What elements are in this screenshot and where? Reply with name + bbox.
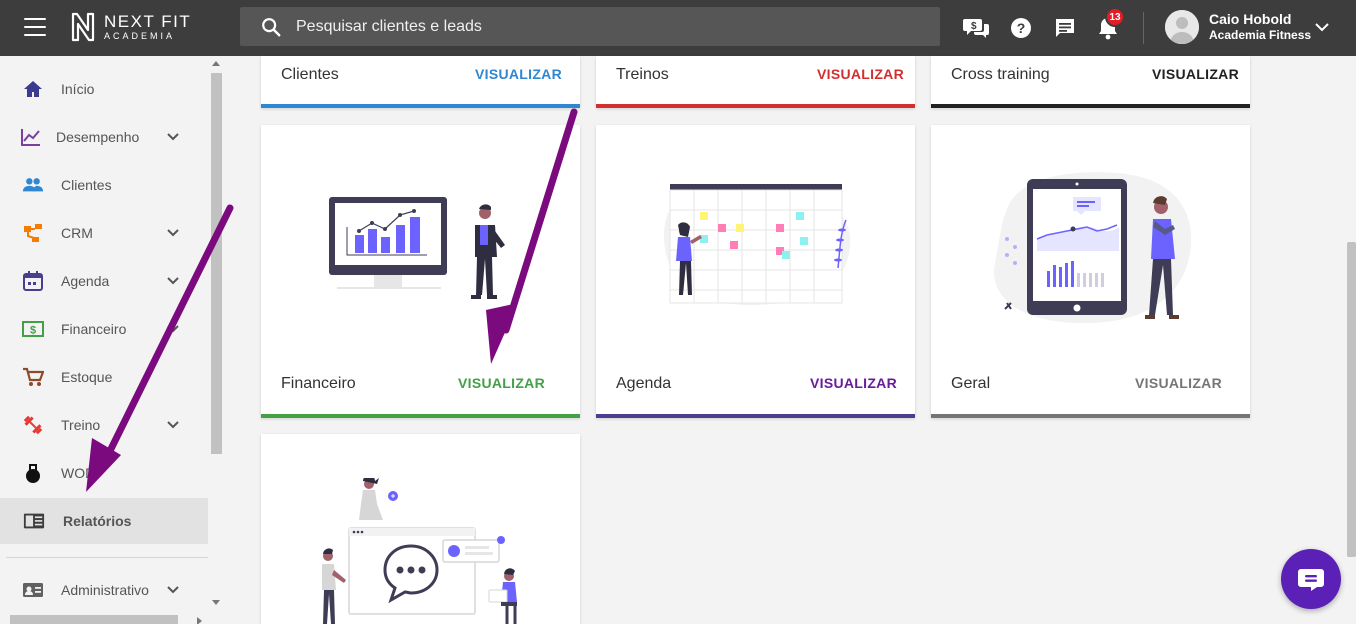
logo-n-icon [71,12,95,42]
svg-text:?: ? [1017,20,1026,36]
report-icon [23,510,45,532]
sidebar-item-agenda[interactable]: Agenda [0,258,208,304]
sidebar-item-label: WOD [61,465,96,481]
calendar-icon [22,270,44,292]
sidebar-item-label: Clientes [61,177,112,193]
report-card-clientes[interactable]: Clientes VISUALIZAR [261,56,580,108]
home-icon [22,78,44,100]
view-link[interactable]: VISUALIZAR [1152,66,1239,82]
card-title: Financeiro [281,375,356,392]
chart-line-icon [20,126,42,148]
cart-icon [22,366,44,388]
view-link[interactable]: VISUALIZAR [817,66,904,82]
sidebar-item-wod[interactable]: WOD [0,450,208,496]
brand-logo[interactable]: NEXT FIT ACADEMIA [70,12,191,42]
chevron-down-icon[interactable] [165,417,181,433]
kettlebell-icon [22,462,44,484]
sidebar-scrollbar-thumb[interactable] [211,73,222,454]
chat-icon [1298,569,1324,591]
brand-sub: ACADEMIA [104,31,176,41]
chevron-down-icon[interactable] [165,582,181,598]
sidebar-divider [6,557,208,558]
top-divider [1143,12,1144,44]
sidebar-item-label: Agenda [61,273,110,289]
sidebar-item-crm[interactable]: CRM [0,210,208,256]
chat-fab-button[interactable] [1281,549,1341,609]
chevron-down-icon[interactable] [165,225,181,241]
view-link[interactable]: VISUALIZAR [810,375,897,391]
report-card-cross-training[interactable]: Cross training VISUALIZAR [931,56,1250,108]
sidebar-item-administrativo[interactable]: Administrativo [0,567,208,613]
sidebar-item-label: Início [61,81,95,97]
sidebar-item-label: Financeiro [61,321,127,337]
sidebar-item-desempenho[interactable]: Desempenho [0,114,208,160]
card-title: Cross training [951,66,1050,83]
finance-illustration [329,197,505,299]
help-icon[interactable]: ? [1007,14,1035,42]
general-illustration [994,172,1192,324]
report-card-agenda[interactable]: Agenda VISUALIZAR [596,125,915,418]
sidebar: Início Desempenho Clientes CRM Agenda $ … [0,56,225,624]
dumbbell-icon [22,414,44,436]
messages-icon[interactable] [1051,14,1079,42]
chat-illustration [322,478,517,624]
top-bar: NEXT FIT ACADEMIA $ ? 13 Caio Hobold Aca… [0,0,1356,56]
card-accent-bar [261,414,580,418]
search-icon [262,17,281,36]
notification-badge: 13 [1105,7,1125,27]
sidebar-item-label: Treino [61,417,101,433]
card-title: Agenda [616,375,672,392]
report-card-financeiro[interactable]: Financeiro VISUALIZAR [261,125,580,418]
card-accent-bar [261,104,580,108]
sidebar-item-clientes[interactable]: Clientes [0,162,208,208]
search-input[interactable] [296,17,896,36]
menu-icon[interactable] [24,18,46,36]
report-card-treinos[interactable]: Treinos VISUALIZAR [596,56,915,108]
sidebar-item-financeiro[interactable]: $ Financeiro [0,306,208,352]
view-link[interactable]: VISUALIZAR [475,66,562,82]
scroll-right-arrow[interactable] [197,617,202,624]
sidebar-item-relatorios[interactable]: Relatórios [0,498,208,544]
scroll-up-arrow[interactable] [212,61,220,66]
card-accent-bar [931,414,1250,418]
money-chat-icon[interactable]: $ [963,14,991,42]
chevron-down-icon[interactable] [165,273,181,289]
id-card-icon [22,579,44,601]
view-link[interactable]: VISUALIZAR [458,375,545,391]
chevron-down-icon[interactable] [165,129,181,145]
card-accent-bar [596,104,915,108]
sidebar-item-label: Relatórios [63,513,132,529]
card-title: Treinos [616,66,669,83]
flow-icon [22,222,44,244]
sidebar-item-estoque[interactable]: Estoque [0,354,208,400]
chevron-down-icon[interactable] [165,321,181,337]
sidebar-item-inicio[interactable]: Início [0,66,208,112]
card-title: Clientes [281,66,339,83]
scroll-down-arrow[interactable] [212,600,220,605]
sidebar-item-label: Desempenho [56,129,140,145]
money-icon: $ [22,318,44,340]
svg-text:$: $ [30,325,36,337]
sidebar-horizontal-scrollbar[interactable] [10,615,178,624]
report-card-comunicacao[interactable] [261,434,580,624]
sidebar-item-treino[interactable]: Treino [0,402,208,448]
avatar[interactable] [1165,10,1199,44]
svg-text:$: $ [971,21,977,32]
user-name: Caio Hobold [1209,11,1292,27]
agenda-illustration [664,184,851,305]
view-link[interactable]: VISUALIZAR [1135,375,1222,391]
user-org: Academia Fitness [1209,28,1312,42]
search-bar[interactable] [240,7,940,46]
sidebar-item-label: Administrativo [61,582,149,598]
card-accent-bar [596,414,915,418]
card-title: Geral [951,375,991,392]
people-icon [22,174,44,196]
report-card-geral[interactable]: Geral VISUALIZAR [931,125,1250,418]
brand-name: NEXT FIT [104,12,192,31]
sidebar-item-label: CRM [61,225,93,241]
card-accent-bar [931,104,1250,108]
sidebar-item-label: Estoque [61,369,113,385]
chevron-down-icon[interactable] [1313,18,1331,36]
main-scrollbar-thumb[interactable] [1347,242,1356,557]
